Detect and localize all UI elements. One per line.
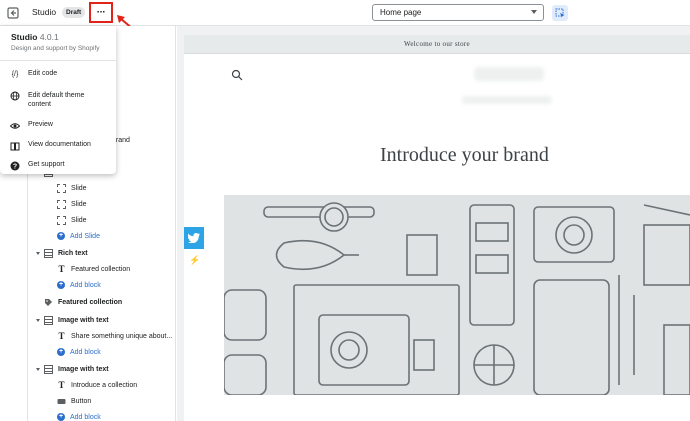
- menu-item-support[interactable]: ? Get support: [0, 161, 116, 171]
- search-icon[interactable]: [231, 69, 243, 81]
- code-icon: {/}: [11, 71, 19, 78]
- more-actions-button[interactable]: ···: [89, 2, 113, 23]
- plus-circle-icon: +: [57, 348, 65, 356]
- plus-circle-icon: +: [57, 281, 65, 289]
- block-text[interactable]: T Introduce a collection: [28, 377, 176, 393]
- tag-icon: [44, 298, 53, 307]
- button-icon: [57, 397, 66, 406]
- menu-item-label: Edit code: [28, 70, 58, 77]
- section-icon: [44, 364, 53, 374]
- menu-item-label: Preview: [28, 121, 53, 128]
- menu-title: Studio 4.0.1: [11, 32, 100, 42]
- text-icon: T: [58, 379, 65, 390]
- add-block-link[interactable]: + Add block: [28, 409, 176, 421]
- block-label: Slide: [71, 184, 87, 192]
- block-label: Featured collection: [71, 265, 131, 273]
- block-slide[interactable]: Slide: [28, 196, 176, 212]
- theme-title: Studio: [11, 32, 38, 42]
- slide-icon: [57, 183, 66, 193]
- svg-text:?: ?: [13, 164, 17, 171]
- block-label: Slide: [71, 216, 87, 224]
- announcement-bar[interactable]: Welcome to our store: [184, 35, 690, 54]
- menu-item-label: Edit default theme content: [28, 92, 85, 108]
- block-label: Share something unique about...: [71, 332, 173, 340]
- store-navigation[interactable]: [462, 96, 552, 104]
- section-featured-collection[interactable]: Featured collection: [28, 294, 176, 310]
- block-text[interactable]: T Featured collection: [28, 261, 176, 277]
- exit-icon[interactable]: [7, 7, 19, 19]
- add-label: Add block: [70, 348, 101, 356]
- menu-item-label: View documentation: [28, 141, 91, 148]
- add-label: Add Slide: [70, 232, 100, 240]
- section-image-with-text[interactable]: Image with text: [28, 361, 176, 377]
- twitter-icon: [188, 233, 200, 243]
- theme-actions-menu: Studio 4.0.1 Design and support by Shopi…: [0, 26, 116, 174]
- theme-name: Studio: [32, 7, 57, 17]
- select-cursor-icon: [555, 8, 565, 18]
- flatlay-illustration: [224, 202, 690, 395]
- hero-image[interactable]: [224, 195, 690, 395]
- menu-item-preview[interactable]: Preview: [0, 121, 116, 131]
- block-slide[interactable]: Slide: [28, 212, 176, 228]
- chevron-down-icon[interactable]: [36, 251, 40, 255]
- block-label: Slide: [71, 200, 87, 208]
- slide-icon: [57, 199, 66, 209]
- text-icon: T: [58, 330, 65, 341]
- menu-item-edit-code[interactable]: {/} Edit code: [0, 70, 116, 80]
- menu-item-documentation[interactable]: View documentation: [0, 141, 116, 151]
- chevron-down-icon: [531, 10, 537, 14]
- text-icon: T: [58, 263, 65, 274]
- menu-item-edit-content[interactable]: Edit default theme content: [0, 91, 116, 109]
- section-rich-text[interactable]: Rich text: [28, 245, 176, 261]
- twitter-share-button[interactable]: [184, 227, 204, 249]
- chevron-down-icon[interactable]: [36, 318, 40, 322]
- section-label: Image with text: [58, 365, 109, 373]
- page-selector[interactable]: Home page: [372, 4, 544, 21]
- add-label: Add block: [70, 413, 101, 421]
- block-label: Button: [71, 397, 92, 405]
- section-label: Image with text: [58, 316, 109, 324]
- top-bar: Studio Draft ··· Home page: [0, 0, 690, 26]
- menu-divider: [0, 60, 116, 61]
- section-label: Rich text: [58, 249, 88, 257]
- page-selector-value: Home page: [380, 8, 422, 17]
- add-block-link[interactable]: + Add block: [28, 344, 176, 360]
- section-image-with-text[interactable]: Image with text: [28, 312, 176, 328]
- hero-title: Introduce your brand: [380, 144, 549, 166]
- menu-item-label: Get support: [28, 161, 65, 168]
- section-icon: [44, 248, 53, 258]
- book-icon: [10, 141, 20, 151]
- status-badge: Draft: [62, 7, 86, 18]
- chevron-down-icon[interactable]: [36, 367, 40, 371]
- plus-circle-icon: +: [57, 232, 65, 240]
- plus-circle-icon: +: [57, 413, 65, 421]
- add-label: Add block: [70, 281, 101, 289]
- block-text[interactable]: T Share something unique about...: [28, 328, 176, 344]
- slide-icon: [57, 215, 66, 225]
- help-icon: ?: [10, 161, 20, 171]
- block-button[interactable]: Button: [28, 393, 176, 409]
- menu-header: Studio 4.0.1 Design and support by Shopi…: [11, 32, 100, 52]
- eye-icon: [9, 121, 21, 131]
- inspector-toggle[interactable]: [552, 5, 568, 21]
- block-slide[interactable]: Slide: [28, 180, 176, 196]
- section-label: Featured collection: [58, 298, 123, 306]
- theme-version: 4.0.1: [39, 32, 59, 42]
- theme-author: Design and support by Shopify: [11, 45, 100, 52]
- add-slide-link[interactable]: + Add Slide: [28, 228, 176, 244]
- block-label: Introduce a collection: [71, 381, 138, 389]
- lightning-icon[interactable]: ⚡: [189, 255, 200, 266]
- add-block-link[interactable]: + Add block: [28, 277, 176, 293]
- section-icon: [44, 315, 53, 325]
- globe-icon: [10, 91, 20, 101]
- store-logo[interactable]: [474, 67, 544, 81]
